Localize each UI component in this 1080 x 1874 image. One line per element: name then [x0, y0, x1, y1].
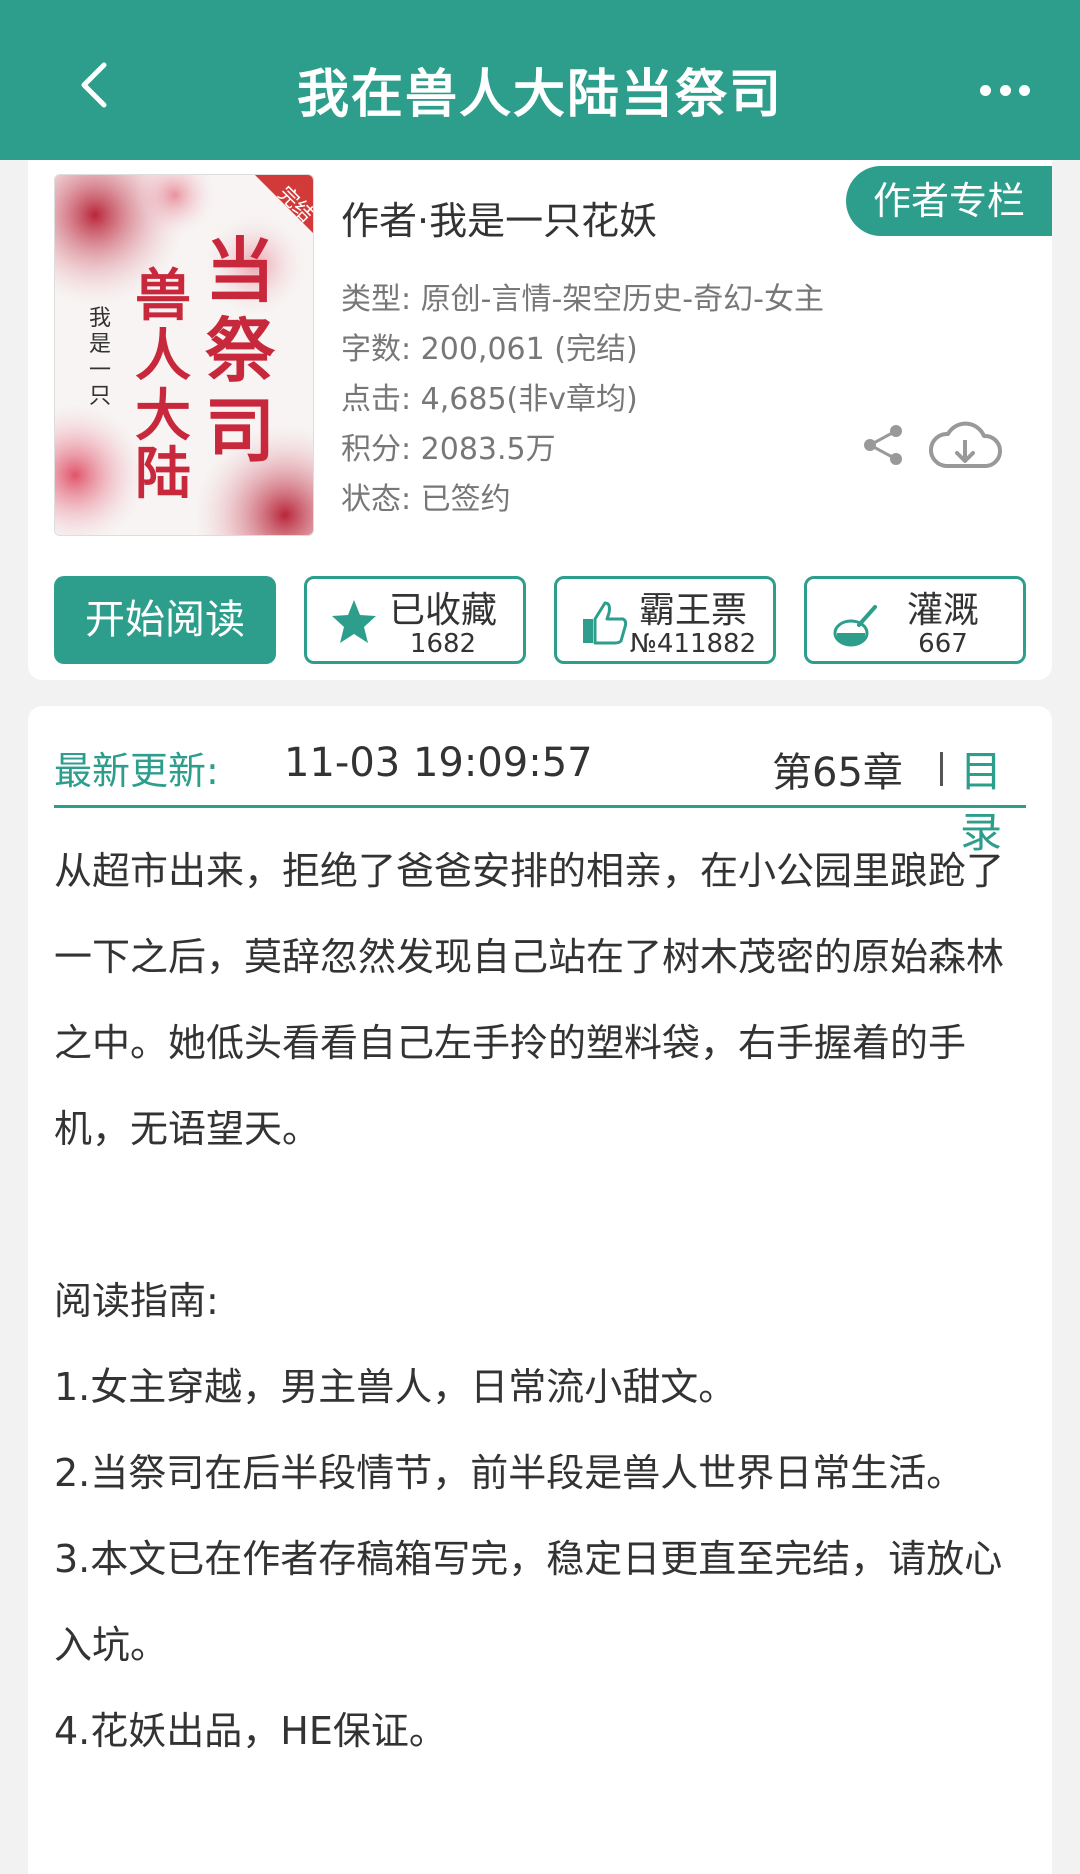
content-card: 最新更新: 11-03 19:09:57 第65章 目录 从超市出来，拒绝了爸爸…: [28, 706, 1052, 1874]
water-button[interactable]: 灌溉 667: [804, 576, 1026, 664]
book-type: 类型: 原创-言情-架空历史-奇幻-女主: [341, 282, 824, 317]
latest-update-label: 最新更新:: [54, 749, 219, 793]
ticket-button[interactable]: 霸王票 №411882: [554, 576, 776, 664]
svg-text:我: 我: [89, 306, 111, 331]
svg-text:是: 是: [89, 332, 111, 357]
share-icon[interactable]: [860, 422, 906, 468]
reading-guide-item: 2.当祭司在后半段情节，前半段是兽人世界日常生活。: [54, 1451, 965, 1495]
divider: [940, 752, 943, 786]
latest-update-bar: 最新更新: 11-03 19:09:57 第65章 目录: [54, 724, 1026, 857]
reading-guide-title: 阅读指南:: [54, 1279, 219, 1323]
svg-text:只: 只: [89, 384, 111, 409]
synopsis: 从超市出来，拒绝了爸爸安排的相亲，在小公园里踉跄了一下之后，莫辞忽然发现自己站在…: [54, 828, 1034, 1774]
latest-update-time: 11-03 19:09:57: [284, 740, 593, 786]
reading-guide-item: 4.花妖出品，HE保证。: [54, 1709, 447, 1753]
book-info-card: 当 祭 司 兽 人 大 陆 我 是 一 只 完结 作者·我是一只花妖 作者专栏 …: [28, 160, 1052, 680]
reading-guide-item: 1.女主穿越，男主兽人，日常流小甜文。: [54, 1365, 737, 1409]
ticket-label: 霸王票: [638, 590, 747, 631]
page-title: 我在兽人大陆当祭司: [296, 65, 783, 125]
latest-chapter-link[interactable]: 第65章: [772, 740, 903, 798]
more-options-icon[interactable]: [980, 78, 1030, 102]
book-cover[interactable]: 当 祭 司 兽 人 大 陆 我 是 一 只 完结: [54, 174, 314, 536]
favorite-label: 已收藏: [388, 590, 497, 631]
action-bar: 开始阅读 已收藏 1682 霸王票 №411882 灌溉 667: [54, 576, 1026, 664]
svg-text:大: 大: [135, 383, 191, 449]
author-name[interactable]: 作者·我是一只花妖: [341, 190, 657, 245]
reading-guide-item: 3.本文已在作者存稿箱写完，稳定日更直至完结，请放心入坑。: [54, 1537, 1003, 1667]
svg-text:兽: 兽: [135, 263, 191, 329]
download-icon[interactable]: [928, 418, 1003, 476]
water-count: 667: [918, 629, 968, 659]
sign-status: 状态: 已签约: [341, 482, 511, 517]
click-count: 点击: 4,685(非v章均): [341, 382, 638, 417]
favorite-count: 1682: [409, 629, 477, 659]
cover-title-char: 当: [205, 229, 275, 312]
svg-text:陆: 陆: [135, 441, 191, 507]
svg-text:司: 司: [205, 389, 275, 472]
svg-text:一: 一: [89, 358, 111, 383]
water-label: 灌溉: [906, 590, 979, 631]
book-meta: 类型: 原创-言情-架空历史-奇幻-女主 字数: 200,061 (完结) 点击…: [341, 275, 824, 525]
score: 积分: 2083.5万: [341, 432, 556, 467]
ticket-count: №411882: [629, 629, 757, 659]
svg-text:人: 人: [135, 323, 191, 389]
top-bar: 我在兽人大陆当祭司: [0, 0, 1080, 160]
start-reading-button[interactable]: 开始阅读: [54, 576, 276, 664]
word-count: 字数: 200,061 (完结): [341, 332, 638, 367]
favorite-button[interactable]: 已收藏 1682: [304, 576, 526, 664]
author-column-button[interactable]: 作者专栏: [846, 166, 1052, 236]
svg-text:祭: 祭: [205, 309, 276, 392]
synopsis-intro: 从超市出来，拒绝了爸爸安排的相亲，在小公园里踉跄了一下之后，莫辞忽然发现自己站在…: [54, 849, 1005, 1151]
